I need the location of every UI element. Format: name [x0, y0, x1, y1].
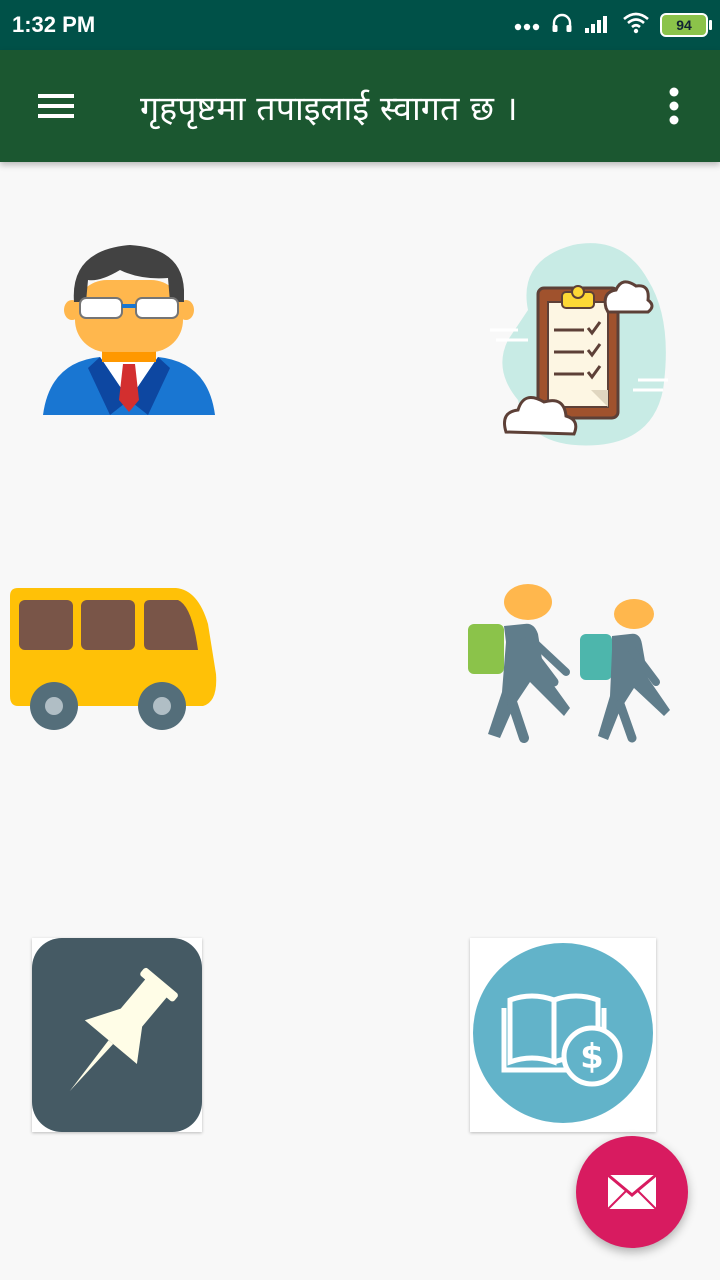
- more-notifications-icon: [514, 16, 540, 35]
- students-walking-icon: [468, 584, 670, 743]
- tile-officer[interactable]: [40, 240, 218, 420]
- pin-icon: [32, 938, 202, 1132]
- status-time: 1:32 PM: [12, 12, 96, 37]
- cell-signal-icon: [584, 12, 612, 38]
- hamburger-menu-icon: [38, 94, 74, 118]
- clipboard-checklist-icon: [490, 243, 668, 446]
- headset-icon: [550, 11, 574, 39]
- battery-level: 94: [676, 17, 692, 33]
- overflow-menu-button[interactable]: [654, 80, 694, 132]
- officer-icon: [43, 245, 215, 415]
- more-vert-icon: [669, 87, 679, 125]
- tile-students[interactable]: [464, 582, 678, 746]
- battery-indicator: 94: [660, 13, 712, 37]
- tile-bus[interactable]: [8, 584, 220, 732]
- mail-icon: [607, 1173, 657, 1210]
- page-title: गृहपृष्टमा तपाइलाई स्वागत छ ।: [140, 89, 518, 129]
- status-icons: 94: [514, 10, 712, 40]
- wifi-icon: [622, 12, 650, 38]
- menu-button[interactable]: [30, 80, 82, 132]
- status-bar: 1:32 PM 94: [0, 0, 720, 50]
- bus-icon: [10, 588, 217, 730]
- compose-mail-fab[interactable]: [576, 1136, 688, 1248]
- tile-checklist[interactable]: [488, 240, 674, 450]
- book-fee-icon: $: [473, 943, 653, 1123]
- svg-text:$: $: [580, 1037, 604, 1077]
- app-bar: गृहपृष्टमा तपाइलाई स्वागत छ ।: [0, 50, 720, 162]
- tile-pin[interactable]: [32, 938, 202, 1132]
- tile-fee[interactable]: $: [470, 938, 656, 1132]
